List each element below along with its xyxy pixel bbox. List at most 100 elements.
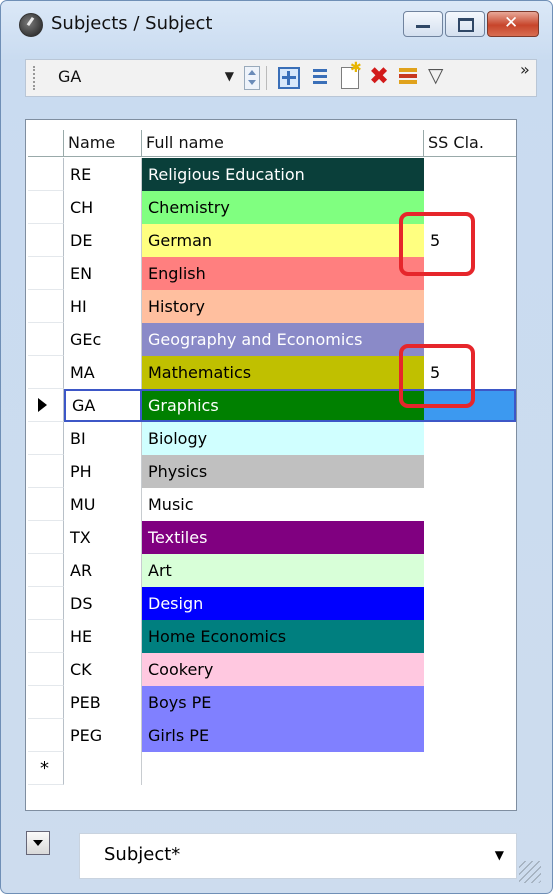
- cell-full-name[interactable]: Religious Education: [142, 158, 424, 191]
- cell-name[interactable]: GA: [64, 389, 142, 422]
- cell-name[interactable]: CH: [64, 191, 142, 224]
- table-row[interactable]: AR Art: [26, 554, 516, 587]
- column-header-name[interactable]: Name: [64, 130, 142, 157]
- cell-ss-class[interactable]: [424, 488, 516, 521]
- row-selector[interactable]: [28, 323, 64, 356]
- cell-full-name[interactable]: Physics: [142, 455, 424, 488]
- cell-full-name[interactable]: German: [142, 224, 424, 257]
- row-selector[interactable]: [28, 719, 64, 752]
- cell-name[interactable]: PEG: [64, 719, 142, 752]
- minimize-button[interactable]: [403, 11, 443, 37]
- cell-full-name[interactable]: Mathematics: [142, 356, 424, 389]
- report-icon[interactable]: [398, 67, 420, 89]
- row-selector[interactable]: [28, 356, 64, 389]
- cell-ss-class[interactable]: [424, 686, 516, 719]
- table-row[interactable]: BI Biology: [26, 422, 516, 455]
- column-header-ss-class[interactable]: SS Cla.: [424, 130, 516, 157]
- more-icon[interactable]: »: [520, 60, 542, 82]
- table-row[interactable]: HI History: [26, 290, 516, 323]
- cell-name[interactable]: HI: [64, 290, 142, 323]
- row-selector[interactable]: [28, 521, 64, 554]
- cell-full-name[interactable]: Boys PE: [142, 686, 424, 719]
- cell-name[interactable]: PH: [64, 455, 142, 488]
- cell-ss-class[interactable]: [424, 455, 516, 488]
- record-spinner[interactable]: [244, 66, 260, 90]
- cell-full-name[interactable]: English: [142, 257, 424, 290]
- table-row[interactable]: DS Design: [26, 587, 516, 620]
- cell-full-name[interactable]: Chemistry: [142, 191, 424, 224]
- list-icon[interactable]: [310, 67, 332, 89]
- table-row[interactable]: PH Physics: [26, 455, 516, 488]
- cell-ss-class[interactable]: [424, 158, 516, 191]
- column-header-full-name[interactable]: Full name: [142, 130, 424, 157]
- table-row[interactable]: PEB Boys PE: [26, 686, 516, 719]
- cell-ss-class[interactable]: [424, 587, 516, 620]
- row-selector[interactable]: [28, 224, 64, 257]
- cell-full-name[interactable]: History: [142, 290, 424, 323]
- title-bar[interactable]: Subjects / Subject ✕: [1, 1, 552, 45]
- cell-ss-class[interactable]: [424, 653, 516, 686]
- cell-name[interactable]: DS: [64, 587, 142, 620]
- row-selector[interactable]: [28, 158, 64, 191]
- cell-full-name[interactable]: Cookery: [142, 653, 424, 686]
- cell-full-name[interactable]: Art: [142, 554, 424, 587]
- cell-full-name[interactable]: Music: [142, 488, 424, 521]
- row-selector[interactable]: [28, 455, 64, 488]
- new-record-icon[interactable]: [341, 60, 362, 89]
- row-selector[interactable]: [28, 290, 64, 323]
- resize-grip[interactable]: [519, 861, 541, 883]
- cell-full-name[interactable]: Home Economics: [142, 620, 424, 653]
- row-selector[interactable]: [28, 488, 64, 521]
- cell-ss-class[interactable]: [424, 719, 516, 752]
- view-selector[interactable]: Subject* ▼: [79, 833, 517, 879]
- delete-icon[interactable]: ✖: [369, 62, 391, 90]
- cell-name[interactable]: MU: [64, 488, 142, 521]
- filter-icon[interactable]: ▽: [428, 63, 450, 87]
- row-selector[interactable]: [28, 554, 64, 587]
- cell-ss-class[interactable]: [424, 521, 516, 554]
- table-row[interactable]: CK Cookery: [26, 653, 516, 686]
- cell-ss-class[interactable]: [424, 290, 516, 323]
- row-selector[interactable]: [28, 422, 64, 455]
- table-row[interactable]: MU Music: [26, 488, 516, 521]
- table-row[interactable]: RE Religious Education: [26, 158, 516, 191]
- row-selector[interactable]: [28, 257, 64, 290]
- row-selector[interactable]: [28, 389, 64, 422]
- chevron-down-icon[interactable]: ▼: [495, 848, 504, 862]
- close-button[interactable]: ✕: [487, 11, 539, 37]
- table-row[interactable]: PEG Girls PE: [26, 719, 516, 752]
- cell-name[interactable]: EN: [64, 257, 142, 290]
- subject-selector[interactable]: GA ▼: [46, 66, 236, 88]
- cell-name[interactable]: GEc: [64, 323, 142, 356]
- table-row[interactable]: HE Home Economics: [26, 620, 516, 653]
- toolbar-grip[interactable]: [33, 66, 38, 90]
- cell-full-name[interactable]: Geography and Economics: [142, 323, 424, 356]
- cell-full-name[interactable]: Biology: [142, 422, 424, 455]
- cell-ss-class[interactable]: [424, 620, 516, 653]
- cell-name[interactable]: PEB: [64, 686, 142, 719]
- row-selector[interactable]: [28, 191, 64, 224]
- cell-full-name[interactable]: Textiles: [142, 521, 424, 554]
- row-selector[interactable]: [28, 653, 64, 686]
- row-selector[interactable]: *: [28, 752, 64, 785]
- table-row[interactable]: TX Textiles: [26, 521, 516, 554]
- cell-full-name[interactable]: Graphics: [142, 389, 424, 422]
- grid-icon[interactable]: [278, 67, 300, 89]
- cell-full-name[interactable]: Girls PE: [142, 719, 424, 752]
- row-selector[interactable]: [28, 587, 64, 620]
- cell-name[interactable]: RE: [64, 158, 142, 191]
- chevron-down-icon[interactable]: ▼: [225, 69, 234, 83]
- cell-ss-class[interactable]: [424, 554, 516, 587]
- cell-name[interactable]: [64, 752, 142, 785]
- cell-name[interactable]: HE: [64, 620, 142, 653]
- cell-name[interactable]: DE: [64, 224, 142, 257]
- maximize-button[interactable]: [445, 11, 485, 37]
- cell-ss-class[interactable]: [424, 422, 516, 455]
- cell-name[interactable]: AR: [64, 554, 142, 587]
- row-selector[interactable]: [28, 686, 64, 719]
- cell-full-name[interactable]: Design: [142, 587, 424, 620]
- dropdown-toggle-button[interactable]: [26, 831, 50, 855]
- cell-name[interactable]: MA: [64, 356, 142, 389]
- cell-name[interactable]: CK: [64, 653, 142, 686]
- row-selector[interactable]: [28, 620, 64, 653]
